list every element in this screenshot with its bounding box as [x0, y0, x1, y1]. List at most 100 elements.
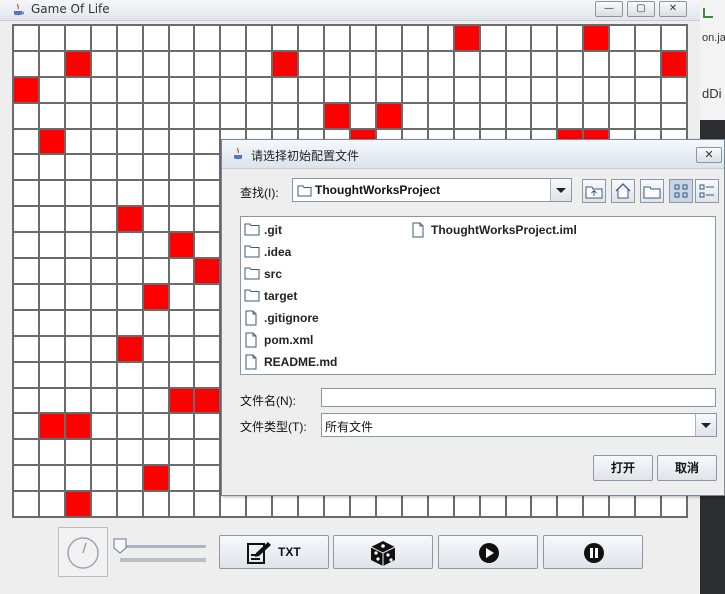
dead-cell[interactable] — [90, 283, 117, 310]
dead-cell[interactable] — [13, 50, 39, 77]
dead-cell[interactable] — [142, 25, 169, 51]
dead-cell[interactable] — [246, 50, 273, 77]
dead-cell[interactable] — [168, 25, 195, 51]
dead-cell[interactable] — [479, 76, 506, 103]
dead-cell[interactable] — [90, 180, 117, 207]
dead-cell[interactable] — [64, 128, 91, 155]
alive-cell[interactable] — [142, 283, 169, 310]
dead-cell[interactable] — [375, 76, 402, 103]
dead-cell[interactable] — [90, 465, 117, 492]
alive-cell[interactable] — [13, 76, 39, 103]
dead-cell[interactable] — [116, 439, 143, 466]
dead-cell[interactable] — [505, 50, 532, 77]
dead-cell[interactable] — [453, 102, 480, 129]
dead-cell[interactable] — [90, 206, 117, 233]
dead-cell[interactable] — [401, 25, 428, 51]
dead-cell[interactable] — [194, 439, 221, 466]
dead-cell[interactable] — [38, 361, 65, 388]
dead-cell[interactable] — [168, 439, 195, 466]
dead-cell[interactable] — [194, 102, 221, 129]
dead-cell[interactable] — [13, 206, 39, 233]
dead-cell[interactable] — [142, 76, 169, 103]
dead-cell[interactable] — [64, 154, 91, 181]
dialog-close-button[interactable]: ✕ — [696, 147, 722, 163]
dead-cell[interactable] — [142, 206, 169, 233]
dead-cell[interactable] — [13, 439, 39, 466]
dead-cell[interactable] — [168, 206, 195, 233]
alive-cell[interactable] — [116, 335, 143, 362]
maximize-button[interactable]: ▢ — [627, 1, 655, 17]
dead-cell[interactable] — [116, 465, 143, 492]
dead-cell[interactable] — [142, 128, 169, 155]
dead-cell[interactable] — [116, 50, 143, 77]
dead-cell[interactable] — [401, 76, 428, 103]
dead-cell[interactable] — [324, 25, 350, 51]
dead-cell[interactable] — [427, 25, 454, 51]
dead-cell[interactable] — [609, 25, 636, 51]
dead-cell[interactable] — [168, 102, 195, 129]
dead-cell[interactable] — [116, 491, 143, 517]
dead-cell[interactable] — [298, 50, 325, 77]
dead-cell[interactable] — [557, 102, 584, 129]
dead-cell[interactable] — [142, 154, 169, 181]
dead-cell[interactable] — [64, 232, 91, 259]
dead-cell[interactable] — [38, 309, 65, 336]
dead-cell[interactable] — [194, 361, 221, 388]
dead-cell[interactable] — [13, 361, 39, 388]
dead-cell[interactable] — [116, 25, 143, 51]
dead-cell[interactable] — [116, 232, 143, 259]
dead-cell[interactable] — [38, 50, 65, 77]
dead-cell[interactable] — [427, 102, 454, 129]
dead-cell[interactable] — [298, 102, 325, 129]
dead-cell[interactable] — [38, 154, 65, 181]
dead-cell[interactable] — [194, 413, 221, 440]
dead-cell[interactable] — [142, 232, 169, 259]
dead-cell[interactable] — [90, 413, 117, 440]
file-name-input[interactable] — [321, 388, 716, 407]
home-button[interactable] — [611, 179, 635, 203]
dead-cell[interactable] — [64, 309, 91, 336]
dead-cell[interactable] — [13, 335, 39, 362]
dead-cell[interactable] — [168, 465, 195, 492]
dead-cell[interactable] — [168, 180, 195, 207]
dead-cell[interactable] — [168, 128, 195, 155]
dead-cell[interactable] — [64, 439, 91, 466]
dead-cell[interactable] — [609, 102, 636, 129]
cancel-button[interactable]: 取消 — [657, 455, 717, 481]
dead-cell[interactable] — [38, 387, 65, 414]
dead-cell[interactable] — [194, 50, 221, 77]
dead-cell[interactable] — [116, 258, 143, 284]
dead-cell[interactable] — [505, 25, 532, 51]
dead-cell[interactable] — [168, 309, 195, 336]
dead-cell[interactable] — [479, 102, 506, 129]
dead-cell[interactable] — [90, 361, 117, 388]
dead-cell[interactable] — [194, 283, 221, 310]
dead-cell[interactable] — [453, 76, 480, 103]
dead-cell[interactable] — [349, 76, 376, 103]
dead-cell[interactable] — [479, 50, 506, 77]
list-view-button[interactable] — [669, 179, 693, 203]
dead-cell[interactable] — [194, 491, 221, 517]
alive-cell[interactable] — [168, 232, 195, 259]
dead-cell[interactable] — [13, 413, 39, 440]
dead-cell[interactable] — [38, 25, 65, 51]
dead-cell[interactable] — [194, 76, 221, 103]
dead-cell[interactable] — [531, 76, 558, 103]
dead-cell[interactable] — [38, 180, 65, 207]
dead-cell[interactable] — [220, 76, 247, 103]
dead-cell[interactable] — [116, 76, 143, 103]
dead-cell[interactable] — [142, 439, 169, 466]
dead-cell[interactable] — [142, 180, 169, 207]
speed-slider-track[interactable] — [118, 545, 206, 548]
dead-cell[interactable] — [194, 25, 221, 51]
dead-cell[interactable] — [90, 25, 117, 51]
dead-cell[interactable] — [272, 76, 299, 103]
dead-cell[interactable] — [38, 465, 65, 492]
dead-cell[interactable] — [90, 232, 117, 259]
dead-cell[interactable] — [38, 439, 65, 466]
dead-cell[interactable] — [194, 128, 221, 155]
dead-cell[interactable] — [90, 439, 117, 466]
alive-cell[interactable] — [272, 50, 299, 77]
speed-slider-thumb[interactable] — [113, 538, 127, 554]
dead-cell[interactable] — [38, 206, 65, 233]
